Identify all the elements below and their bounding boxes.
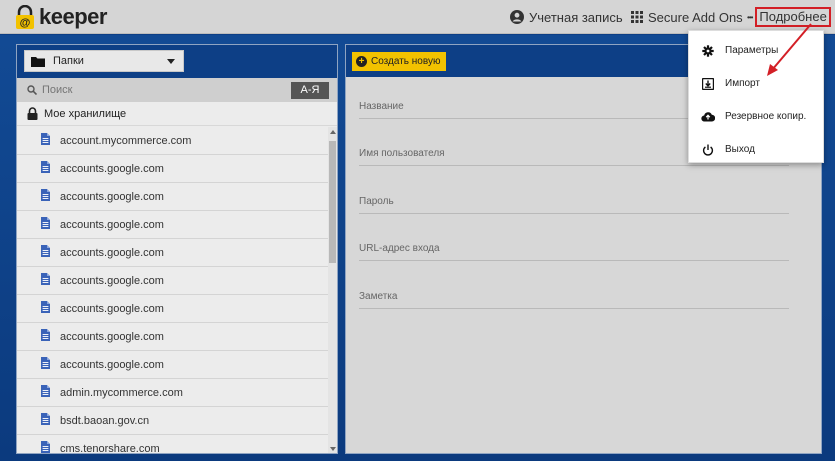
record-title: accounts.google.com <box>60 330 164 343</box>
record-title: accounts.google.com <box>60 246 164 259</box>
list-item[interactable]: cms.tenorshare.com <box>17 435 329 454</box>
secure-addons-label: Secure Add Ons <box>648 9 743 25</box>
create-new-label: Создать новую <box>371 56 441 67</box>
keeper-logo[interactable]: @ keeper <box>15 4 107 29</box>
menu-item-label: Импорт <box>725 78 760 89</box>
list-item[interactable]: accounts.google.com <box>17 323 329 351</box>
menu-item-import[interactable]: Импорт <box>689 68 823 99</box>
more-dropdown-menu: Параметры Импорт Резервное копир. Выход <box>688 30 824 163</box>
record-title: cms.tenorshare.com <box>60 442 160 454</box>
document-icon <box>41 133 50 148</box>
chevron-down-icon <box>167 59 175 64</box>
secure-addons-menu[interactable]: Secure Add Ons <box>631 0 743 34</box>
search-row: А-Я <box>17 78 337 102</box>
record-title: accounts.google.com <box>60 302 164 315</box>
scroll-down-icon[interactable] <box>330 447 336 451</box>
document-icon <box>41 189 50 204</box>
title-field-label: Название <box>359 101 404 112</box>
sort-az-button[interactable]: А-Я <box>291 82 329 99</box>
password-field-label: Пароль <box>359 196 394 207</box>
username-field-label: Имя пользователя <box>359 148 445 159</box>
plus-icon: + <box>356 56 367 67</box>
record-title: accounts.google.com <box>60 162 164 175</box>
list-item[interactable]: bsdt.baoan.gov.cn <box>17 407 329 435</box>
scroll-up-icon[interactable] <box>330 130 336 134</box>
search-input[interactable] <box>42 84 242 96</box>
menu-item-backup[interactable]: Резервное копир. <box>689 101 823 132</box>
menu-item-label: Выход <box>725 144 755 155</box>
grid-icon <box>631 11 643 23</box>
lock-icon <box>27 107 38 120</box>
keeper-lock-icon: @ <box>16 5 34 29</box>
folder-icon <box>31 56 45 67</box>
record-title: admin.mycommerce.com <box>60 386 183 399</box>
list-item[interactable]: accounts.google.com <box>17 351 329 379</box>
account-menu[interactable]: Учетная запись <box>510 0 623 34</box>
cloud-upload-icon <box>701 111 715 122</box>
record-title: bsdt.baoan.gov.cn <box>60 414 150 427</box>
list-item[interactable]: accounts.google.com <box>17 155 329 183</box>
menu-item-logout[interactable]: Выход <box>689 134 823 165</box>
list-item[interactable]: accounts.google.com <box>17 267 329 295</box>
document-icon <box>41 413 50 428</box>
gear-icon <box>701 44 715 57</box>
list-item[interactable]: accounts.google.com <box>17 239 329 267</box>
folder-select[interactable]: Папки <box>24 50 184 72</box>
folder-bar: Папки <box>17 45 337 78</box>
record-title: accounts.google.com <box>60 190 164 203</box>
document-icon <box>41 329 50 344</box>
password-field[interactable]: Пароль <box>359 188 789 214</box>
import-icon <box>701 77 715 90</box>
more-dots-icon: ••• <box>747 12 753 22</box>
scroll-thumb[interactable] <box>329 141 336 263</box>
record-title: accounts.google.com <box>60 274 164 287</box>
list-scrollbar[interactable] <box>328 127 337 453</box>
document-icon <box>41 161 50 176</box>
record-title: accounts.google.com <box>60 218 164 231</box>
list-item[interactable]: accounts.google.com <box>17 211 329 239</box>
more-label[interactable]: Подробнее <box>755 7 831 27</box>
list-item[interactable]: admin.mycommerce.com <box>17 379 329 407</box>
vault-list-panel: Папки А-Я Мое хранилище account.mycommer… <box>16 44 338 454</box>
document-icon <box>41 245 50 260</box>
logo-at-sign: @ <box>20 17 31 29</box>
menu-item-label: Резервное копир. <box>725 111 807 122</box>
more-menu[interactable]: ••• Подробнее <box>747 0 831 34</box>
record-list: account.mycommerce.com accounts.google.c… <box>17 127 329 454</box>
my-vault-label: Мое хранилище <box>44 107 127 120</box>
list-item[interactable]: accounts.google.com <box>17 295 329 323</box>
document-icon <box>41 217 50 232</box>
document-icon <box>41 301 50 316</box>
document-icon <box>41 441 50 453</box>
menu-item-settings[interactable]: Параметры <box>689 35 823 66</box>
login-url-field[interactable]: URL-адрес входа <box>359 235 789 261</box>
user-circle-icon <box>510 10 524 24</box>
my-vault-row[interactable]: Мое хранилище <box>17 102 337 126</box>
record-title: accounts.google.com <box>60 358 164 371</box>
menu-item-label: Параметры <box>725 45 779 56</box>
list-item[interactable]: account.mycommerce.com <box>17 127 329 155</box>
power-icon <box>701 144 715 156</box>
note-field[interactable]: Заметка <box>359 283 789 309</box>
document-icon <box>41 385 50 400</box>
search-icon <box>27 85 37 95</box>
note-field-label: Заметка <box>359 291 398 302</box>
list-item[interactable]: accounts.google.com <box>17 183 329 211</box>
record-title: account.mycommerce.com <box>60 134 192 147</box>
create-new-button[interactable]: + Создать новую <box>352 52 447 71</box>
logo-text: keeper <box>39 4 107 29</box>
login-url-field-label: URL-адрес входа <box>359 243 440 254</box>
top-bar: @ keeper Учетная запись Secure Add Ons •… <box>0 0 835 34</box>
document-icon <box>41 273 50 288</box>
folder-select-label: Папки <box>53 55 84 67</box>
document-icon <box>41 357 50 372</box>
account-label: Учетная запись <box>529 9 623 25</box>
